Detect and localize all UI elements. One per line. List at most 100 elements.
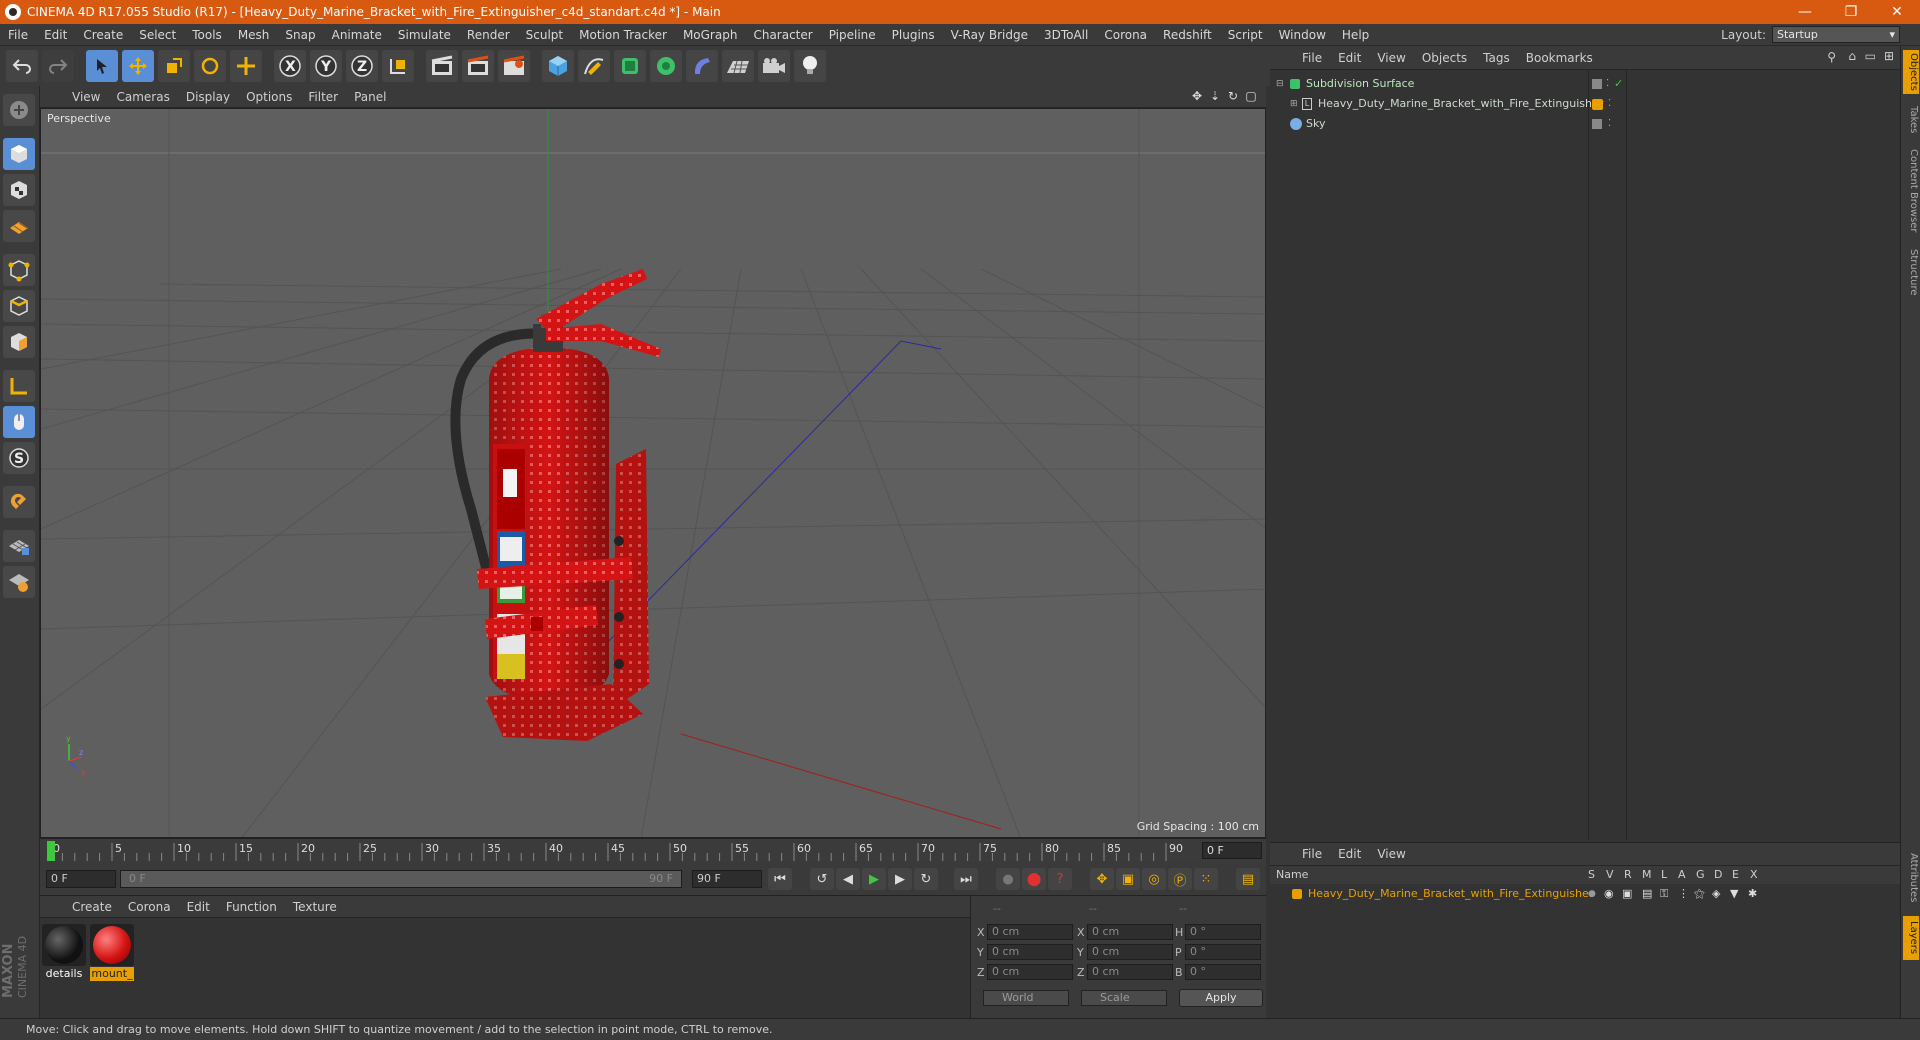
render-toggle-icon[interactable]: ▣ [1622,884,1632,904]
menu-file[interactable]: File [0,28,36,42]
object-row[interactable]: ⊟ Subdivision Surface ⁚ ✓ [1270,74,1900,94]
layer-menu-edit[interactable]: Edit [1330,847,1369,861]
rotation-h-field[interactable]: 0 ° [1185,924,1261,940]
expand-view-icon[interactable]: ⊞ [1884,49,1894,63]
material-menu-create[interactable]: Create [64,900,120,914]
make-editable-icon[interactable] [3,94,35,126]
expand-icon[interactable]: ⊞ [1290,94,1298,114]
size-mode-select[interactable]: Scale [1081,990,1167,1006]
material-mount[interactable]: mount_ [90,924,134,981]
menu-mesh[interactable]: Mesh [230,28,278,42]
zoom-view-icon[interactable]: ⇣ [1208,89,1222,103]
next-frame-icon[interactable]: ▶ [888,868,912,890]
tweak-mode-icon[interactable] [3,406,35,438]
pen-spline-icon[interactable] [578,50,610,82]
animation-toggle-icon[interactable]: ⋮ [1678,884,1689,904]
menu-character[interactable]: Character [745,28,820,42]
rotate-tool-icon[interactable] [194,50,226,82]
edit-render-settings-icon[interactable] [498,50,530,82]
viewport-menu-view[interactable]: View [64,90,108,104]
menu-vray-bridge[interactable]: V-Ray Bridge [943,28,1036,42]
workplane-lock-icon[interactable] [3,530,35,562]
layout-select[interactable]: Startup [1772,26,1900,43]
menu-window[interactable]: Window [1271,28,1334,42]
close-icon[interactable]: ✕ [1874,0,1920,24]
autokey-icon[interactable]: ⬤ [1022,868,1046,890]
minimize-icon[interactable]: — [1782,0,1828,24]
restore-icon[interactable]: ❐ [1828,0,1874,24]
timeline-ruler[interactable]: 0 5 10 15 20 25 30 35 40 45 50 55 60 65 70 75 80 85 90 0 F [40,838,1266,862]
visibility-dots-icon[interactable]: ⁚ [1608,114,1611,134]
workplane-mode-icon[interactable] [3,210,35,242]
menu-animate[interactable]: Animate [324,28,390,42]
key-pla-icon[interactable]: ⁙ [1194,868,1218,890]
viewport-menu-filter[interactable]: Filter [300,90,346,104]
manager-toggle-icon[interactable]: ▤ [1642,884,1652,904]
render-picture-viewer-icon[interactable] [462,50,494,82]
collapse-icon[interactable]: ⊟ [1276,74,1284,94]
pan-view-icon[interactable]: ✥ [1190,89,1204,103]
size-x-field[interactable]: 0 cm [1087,924,1173,940]
orbit-view-icon[interactable]: ↻ [1226,89,1240,103]
perspective-viewport[interactable]: y z x Perspective Grid Spacing : 100 cm [40,108,1266,838]
tab-attributes[interactable]: Attributes [1903,846,1919,910]
edges-mode-icon[interactable] [3,290,35,322]
light-object-icon[interactable] [794,50,826,82]
new-view-icon[interactable]: ▭ [1865,49,1876,63]
transform-tool-icon[interactable] [230,50,262,82]
next-key-icon[interactable]: ↻ [914,868,938,890]
object-menu-tags[interactable]: Tags [1475,51,1518,65]
magnet-snap-icon[interactable] [3,486,35,518]
object-menu-view[interactable]: View [1369,51,1413,65]
points-mode-icon[interactable] [3,254,35,286]
keyframe-selection-icon[interactable]: ? [1048,868,1072,890]
polygons-mode-icon[interactable] [3,326,35,358]
snap-icon[interactable]: S [3,442,35,474]
deformer-bend-icon[interactable] [686,50,718,82]
key-parameter-icon[interactable]: Ⓟ [1168,868,1192,890]
render-view-icon[interactable] [426,50,458,82]
x-axis-lock-icon[interactable]: X [274,50,306,82]
coordinate-system-icon[interactable] [382,50,414,82]
coordinate-space-select[interactable]: World [983,990,1069,1006]
end-frame-field[interactable]: 90 F [692,870,762,888]
menu-simulate[interactable]: Simulate [390,28,459,42]
layer-row[interactable]: Heavy_Duty_Marine_Bracket_with_Fire_Exti… [1270,884,1900,904]
timeline-window-icon[interactable]: ▤ [1236,868,1260,890]
object-row[interactable]: ⊞ L Heavy_Duty_Marine_Bracket_with_Fire_… [1270,94,1900,114]
menu-mograph[interactable]: MoGraph [675,28,746,42]
menu-create[interactable]: Create [75,28,131,42]
menu-3dtoall[interactable]: 3DToAll [1036,28,1096,42]
model-mode-icon[interactable] [3,138,35,170]
goto-start-icon[interactable]: ⏮ [768,868,792,890]
planar-workplane-icon[interactable] [3,566,35,598]
menu-corona[interactable]: Corona [1096,28,1155,42]
lock-toggle-icon[interactable]: ⚿ [1660,884,1668,904]
material-details[interactable]: details [42,924,86,981]
prev-frame-icon[interactable]: ◀ [836,868,860,890]
object-row[interactable]: Sky ⁚ [1270,114,1900,134]
solo-toggle-icon[interactable]: ● [1588,884,1596,904]
generator-toggle-icon[interactable]: ⚝ [1694,884,1705,904]
key-scale-icon[interactable]: ▣ [1116,868,1140,890]
cloner-icon[interactable] [650,50,682,82]
z-axis-lock-icon[interactable]: Z [346,50,378,82]
menu-tools[interactable]: Tools [184,28,230,42]
tab-takes[interactable]: Takes [1903,102,1919,138]
material-menu-corona[interactable]: Corona [120,900,179,914]
subdivision-surface-icon[interactable] [614,50,646,82]
position-y-field[interactable]: 0 cm [987,944,1073,960]
axis-mode-icon[interactable] [3,370,35,402]
goto-end-icon[interactable]: ⏭ [954,868,978,890]
deformer-toggle-icon[interactable]: ◈ [1712,884,1720,904]
prev-key-icon[interactable]: ↺ [810,868,834,890]
position-x-field[interactable]: 0 cm [987,924,1073,940]
visibility-dots-icon[interactable]: ⁚ [1608,94,1611,114]
layer-color-icon[interactable] [1292,889,1302,899]
camera-object-icon[interactable] [758,50,790,82]
fire-extinguisher-model[interactable] [450,269,661,741]
position-z-field[interactable]: 0 cm [987,964,1073,980]
view-eye-icon[interactable]: ◉ [1604,884,1614,904]
viewport-menu-display[interactable]: Display [178,90,238,104]
menu-script[interactable]: Script [1220,28,1271,42]
